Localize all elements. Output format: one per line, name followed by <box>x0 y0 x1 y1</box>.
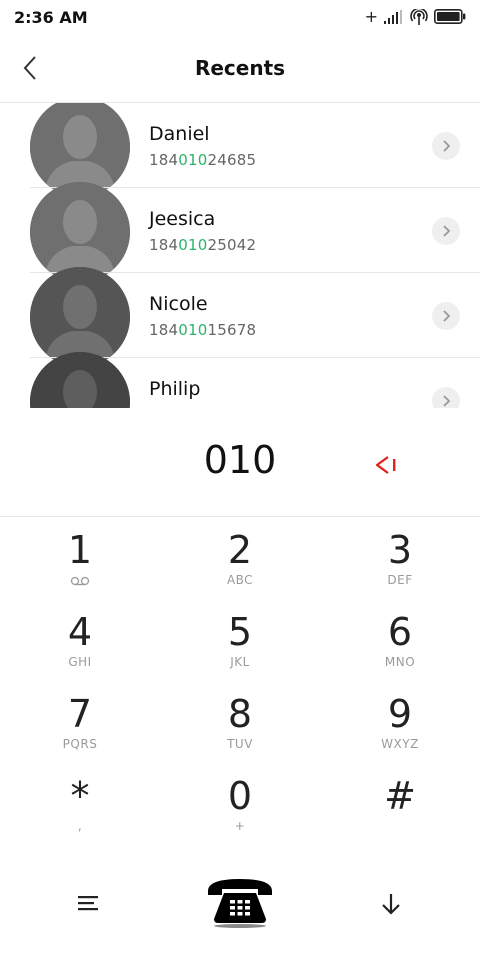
key-digit: 8 <box>227 692 253 736</box>
voicemail-icon <box>0 573 160 589</box>
list-item[interactable]: Jeesica 18401025042 <box>0 182 480 282</box>
key-letters: WXYZ <box>381 737 419 751</box>
key-8[interactable]: 8 TUV <box>160 681 320 763</box>
status-time: 2:36 AM <box>14 8 88 27</box>
telephone-icon <box>208 879 272 928</box>
menu-icon <box>78 896 98 911</box>
header: Recents <box>0 34 480 103</box>
contact-number: 18401015678 <box>149 321 257 339</box>
hotspot-icon <box>410 8 428 25</box>
key-digit: 4 <box>67 610 93 654</box>
key-digit: 6 <box>387 610 413 654</box>
details-button[interactable] <box>432 302 460 330</box>
collapse-keypad-button[interactable] <box>376 889 406 919</box>
arrow-down-icon <box>382 894 400 915</box>
key-letters: TUV <box>227 737 253 751</box>
key-letters: ABC <box>226 573 254 587</box>
backspace-button[interactable] <box>372 452 402 478</box>
key-digit: 5 <box>227 610 253 654</box>
key-1[interactable]: 1 <box>0 517 160 599</box>
keypad: 1 2 ABC 3 DEF 4 GHI 5 JKL 6 MNO 7 PQRS 8… <box>0 517 480 861</box>
key-hash[interactable]: # <box>320 763 480 845</box>
details-button[interactable] <box>432 132 460 160</box>
key-letters: + <box>234 819 246 833</box>
key-letters: JKL <box>230 655 250 669</box>
chevron-right-icon <box>443 310 451 322</box>
recents-list: Daniel 18401024685 Jeesica 18401025042 N… <box>0 103 480 408</box>
plus-icon: + <box>364 7 378 26</box>
details-button[interactable] <box>432 387 460 408</box>
key-letters <box>320 819 480 835</box>
chevron-right-icon <box>443 140 451 152</box>
key-digit: * <box>70 774 90 818</box>
key-digit: 2 <box>227 528 253 572</box>
key-digit: 9 <box>387 692 413 736</box>
bottom-bar <box>0 861 480 960</box>
details-button[interactable] <box>432 217 460 245</box>
key-7[interactable]: 7 PQRS <box>0 681 160 763</box>
menu-button[interactable] <box>74 891 104 915</box>
call-button[interactable] <box>204 873 276 929</box>
key-digit: 7 <box>67 692 93 736</box>
key-star[interactable]: * , <box>0 763 160 845</box>
key-digit: 3 <box>387 528 413 572</box>
key-letters: GHI <box>68 655 92 669</box>
contact-name: Philip <box>149 378 201 400</box>
contact-number: 18401024685 <box>149 151 257 169</box>
key-letters: , <box>77 819 83 833</box>
list-item[interactable]: Philip <box>0 352 480 408</box>
contact-number: 18401025042 <box>149 236 257 254</box>
list-item[interactable]: Nicole 18401015678 <box>0 267 480 367</box>
contact-name: Daniel <box>149 123 210 145</box>
key-digit: 0 <box>227 774 253 818</box>
key-digit: # <box>384 774 416 818</box>
key-letters: PQRS <box>62 737 98 751</box>
dial-display: 010 <box>0 408 480 517</box>
signal-icon <box>384 9 402 24</box>
avatar <box>30 352 130 408</box>
person-silhouette-icon <box>30 352 130 408</box>
page-title: Recents <box>194 56 286 80</box>
contact-name: Jeesica <box>149 208 216 230</box>
key-letters: DEF <box>387 573 413 587</box>
battery-icon <box>434 9 466 24</box>
backspace-icon <box>375 456 396 474</box>
status-icons: + <box>365 7 466 26</box>
dialed-number: 010 <box>203 438 277 482</box>
status-bar: 2:36 AM + <box>0 0 480 34</box>
chevron-right-icon <box>443 395 451 407</box>
key-6[interactable]: 6 MNO <box>320 599 480 681</box>
key-0[interactable]: 0 + <box>160 763 320 845</box>
key-digit: 1 <box>67 528 93 572</box>
key-2[interactable]: 2 ABC <box>160 517 320 599</box>
key-3[interactable]: 3 DEF <box>320 517 480 599</box>
key-letters: MNO <box>384 655 416 669</box>
list-item[interactable]: Daniel 18401024685 <box>0 103 480 197</box>
chevron-right-icon <box>443 225 451 237</box>
contact-name: Nicole <box>149 293 208 315</box>
key-9[interactable]: 9 WXYZ <box>320 681 480 763</box>
key-5[interactable]: 5 JKL <box>160 599 320 681</box>
key-4[interactable]: 4 GHI <box>0 599 160 681</box>
